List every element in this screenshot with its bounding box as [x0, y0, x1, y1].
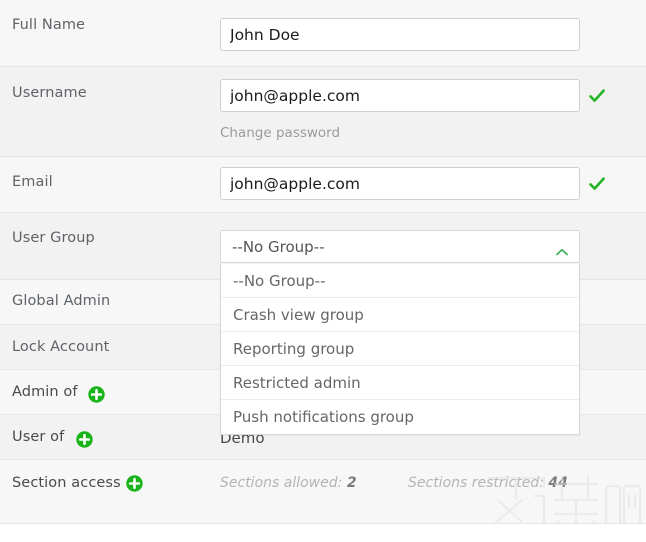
label-section-access: Section access [12, 475, 121, 491]
sections-allowed: Sections allowed: 2 [220, 475, 357, 491]
check-icon-username [588, 87, 606, 105]
label-full-name: Full Name [12, 17, 85, 33]
sections-allowed-label: Sections allowed: [220, 475, 342, 491]
sections-allowed-value: 2 [347, 475, 357, 491]
dropdown-option[interactable]: Push notifications group [221, 400, 579, 434]
chevron-up-icon[interactable] [555, 242, 569, 252]
sections-restricted: Sections restricted: 44 [408, 475, 568, 491]
dropdown-option[interactable]: Crash view group [221, 298, 579, 332]
label-lock-account: Lock Account [12, 339, 109, 355]
label-admin-of: Admin of [12, 384, 78, 400]
bottom-strip [0, 524, 646, 542]
plus-circle-icon-user-of[interactable] [76, 431, 93, 448]
email-input[interactable] [220, 167, 580, 200]
label-email: Email [12, 174, 53, 190]
user-group-select[interactable]: --No Group-- [220, 230, 580, 263]
dropdown-option[interactable]: Reporting group [221, 332, 579, 366]
user-group-select-value: --No Group-- [232, 238, 324, 256]
plus-circle-icon-admin-of[interactable] [88, 386, 105, 403]
user-group-dropdown-list[interactable]: --No Group-- Crash view group Reporting … [220, 264, 580, 435]
plus-circle-icon-section-access[interactable] [126, 475, 143, 492]
label-username: Username [12, 85, 87, 101]
label-user-of: User of [12, 429, 64, 445]
user-settings-form: Full Name Username Change password Email… [0, 0, 646, 542]
sections-restricted-value: 44 [548, 475, 567, 491]
check-icon-email [588, 175, 606, 193]
dropdown-option[interactable]: Restricted admin [221, 366, 579, 400]
form-row-section-access: Section access [0, 460, 646, 524]
sections-restricted-label: Sections restricted: [408, 475, 544, 491]
change-password-link[interactable]: Change password [220, 125, 340, 141]
label-user-group: User Group [12, 230, 95, 246]
label-global-admin: Global Admin [12, 293, 110, 309]
username-input[interactable] [220, 79, 580, 112]
full-name-input[interactable] [220, 18, 580, 51]
dropdown-option[interactable]: --No Group-- [221, 264, 579, 298]
